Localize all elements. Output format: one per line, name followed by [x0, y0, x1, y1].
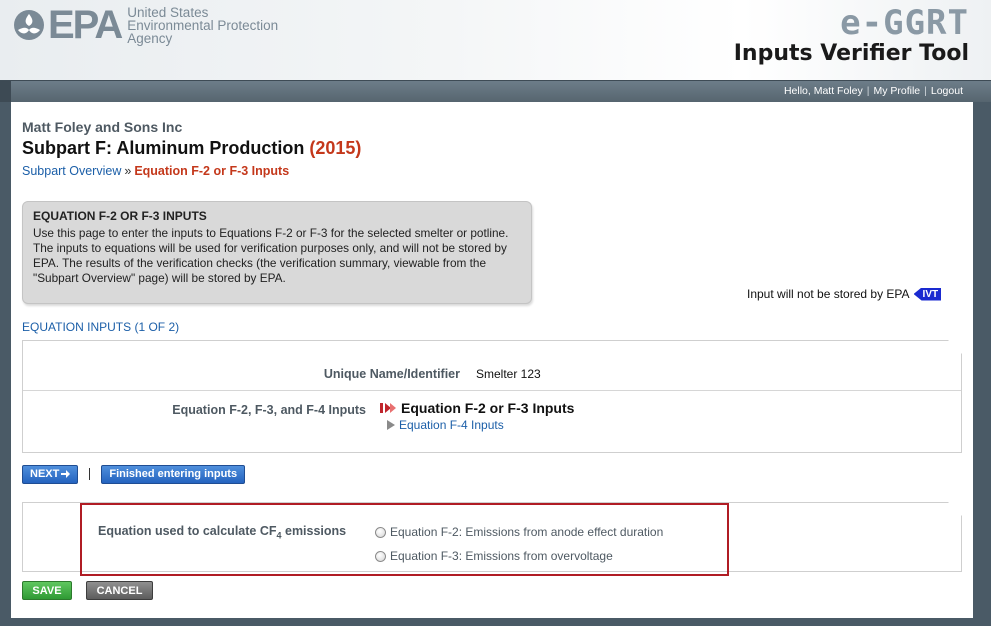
radio-option-f3[interactable]: Equation F-3: Emissions from overvoltage — [375, 549, 613, 563]
link-separator: | — [866, 85, 870, 97]
agency-name: United States Environmental Protection A… — [127, 4, 279, 46]
agency-line-3: Agency — [127, 30, 173, 46]
equation-selection-panel: Equation used to calculate CF4 emissions… — [22, 502, 962, 576]
top-nav-bar: Hello, Matt Foley | My Profile | Logout — [0, 80, 991, 102]
company-name: Matt Foley and Sons Inc — [22, 119, 183, 135]
unique-name-label: Unique Name/Identifier — [323, 367, 460, 381]
current-equation: Equation F-2 or F-3 Inputs — [380, 400, 574, 416]
radio-f2-label[interactable]: Equation F-2: Emissions from anode effec… — [390, 525, 663, 539]
main-content: Matt Foley and Sons Inc Subpart F: Alumi… — [11, 102, 973, 618]
radio-f2[interactable] — [375, 526, 386, 538]
user-links: Hello, Matt Foley | My Profile | Logout — [784, 85, 963, 97]
breadcrumb-current: Equation F-2 or F-3 Inputs — [134, 164, 290, 178]
form-action-buttons: SAVE CANCEL — [22, 581, 153, 600]
breadcrumb: Subpart Overview» Equation F-2 or F-3 Inp… — [22, 164, 289, 178]
finished-entering-inputs-button[interactable]: Finished entering inputs — [101, 464, 246, 484]
app-name: e-GGRT — [840, 3, 969, 43]
page-header: EPA United States Environmental Protecti… — [0, 0, 991, 80]
epa-flower-icon — [12, 8, 46, 42]
info-box-title: EQUATION F-2 OR F-3 INPUTS — [33, 209, 207, 223]
info-box-body: Use this page to enter the inputs to Equ… — [33, 226, 509, 285]
equation-inputs-label: Equation F-2, F-3, and F-4 Inputs — [172, 403, 366, 417]
page-title-text: Subpart F: Aluminum Production — [22, 138, 305, 158]
panel-divider — [23, 390, 961, 391]
button-separator — [89, 468, 91, 480]
breadcrumb-separator: » — [124, 164, 132, 178]
unique-name-value: Smelter 123 — [476, 367, 541, 381]
next-button[interactable]: NEXT — [22, 464, 79, 484]
logout-link[interactable]: Logout — [931, 85, 963, 97]
label-suffix: emissions — [281, 524, 347, 538]
arrow-right-icon — [61, 470, 71, 478]
save-button[interactable]: SAVE — [22, 581, 72, 600]
cancel-button[interactable]: CANCEL — [86, 581, 153, 600]
ivt-legend: Input will not be stored by EPA IVT — [747, 287, 942, 301]
left-margin — [0, 102, 11, 626]
my-profile-link[interactable]: My Profile — [873, 85, 920, 97]
next-button-label: NEXT — [30, 468, 60, 480]
equation-f4-nav: Equation F-4 Inputs — [387, 418, 504, 432]
breadcrumb-subpart-overview[interactable]: Subpart Overview — [22, 164, 121, 178]
epa-logo[interactable]: EPA United States Environmental Protecti… — [12, 3, 279, 47]
panel-corner — [948, 502, 962, 516]
page-title: Subpart F: Aluminum Production (2015) — [22, 138, 361, 159]
triangle-right-icon — [387, 420, 395, 430]
right-margin — [973, 102, 991, 626]
reporting-year: (2015) — [309, 138, 362, 158]
ivt-legend-text: Input will not be stored by EPA — [747, 287, 910, 301]
navigation-buttons: NEXT Finished entering inputs — [22, 464, 246, 484]
tool-name: Inputs Verifier Tool — [733, 41, 969, 66]
info-box: EQUATION F-2 OR F-3 INPUTS Use this page… — [22, 201, 532, 304]
radio-f3[interactable] — [375, 550, 386, 562]
equation-f4-link[interactable]: Equation F-4 Inputs — [399, 418, 504, 432]
equation-selection-label: Equation used to calculate CF4 emissions — [98, 524, 346, 541]
agency-line-1: United States — [127, 4, 209, 20]
agency-line-2: Environmental Protection — [127, 17, 279, 33]
current-step-icon — [380, 403, 396, 413]
ivt-badge-icon: IVT — [913, 287, 942, 301]
app-title: e-GGRT Inputs Verifier Tool — [734, 4, 969, 67]
greeting-link[interactable]: Hello, Matt Foley — [784, 85, 863, 97]
equation-inputs-panel: Unique Name/Identifier Smelter 123 Equat… — [22, 340, 962, 453]
panel-corner — [948, 340, 962, 354]
radio-f3-label[interactable]: Equation F-3: Emissions from overvoltage — [390, 549, 613, 563]
epa-wordmark: EPA — [48, 3, 123, 47]
radio-option-f2[interactable]: Equation F-2: Emissions from anode effec… — [375, 525, 663, 539]
label-prefix: Equation used to calculate CF — [98, 524, 277, 538]
bottom-margin — [0, 618, 991, 626]
section-label: EQUATION INPUTS (1 OF 2) — [22, 320, 180, 334]
current-equation-text: Equation F-2 or F-3 Inputs — [401, 400, 575, 416]
link-separator: | — [924, 85, 927, 97]
top-bar-strip — [0, 81, 11, 102]
